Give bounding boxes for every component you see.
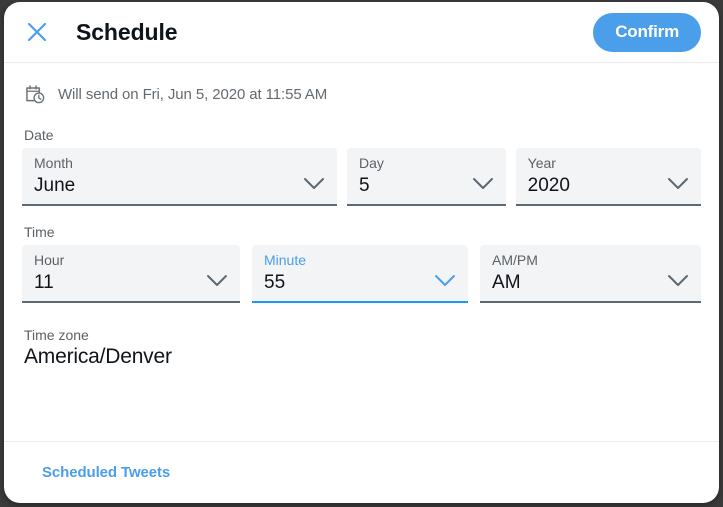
time-field-row: Hour 11 Minute 55 AM/PM AM [22,245,701,303]
chevron-down-icon [668,275,688,286]
scheduled-tweets-link[interactable]: Scheduled Tweets [42,464,170,481]
confirm-button[interactable]: Confirm [593,12,701,52]
date-section-label: Date [24,127,54,143]
will-send-row: Will send on Fri, Jun 5, 2020 at 11:55 A… [4,63,719,109]
ampm-select[interactable]: AM/PM AM [480,245,701,303]
chevron-down-icon [472,178,493,189]
year-select[interactable]: Year 2020 [515,148,701,206]
month-label: Month [34,155,73,171]
timezone-label: Time zone [24,327,89,343]
chevron-down-icon [435,275,456,286]
schedule-dialog: Schedule Confirm Will send on Fri, Jun 5… [4,2,719,503]
close-button[interactable] [20,15,54,49]
minute-value: 55 [264,272,286,293]
close-icon [27,22,47,42]
hour-value: 11 [34,272,54,293]
month-select[interactable]: Month June [22,148,338,206]
dialog-footer: Scheduled Tweets [4,441,719,503]
will-send-text: Will send on Fri, Jun 5, 2020 at 11:55 A… [58,85,328,103]
dialog-body: Date Month June Day 5 Year 2020 Time Hou… [4,127,719,369]
timezone-value: America/Denver [24,345,172,368]
month-value: June [34,175,76,196]
ampm-label: AM/PM [492,252,538,268]
year-value: 2020 [527,175,570,196]
hour-label: Hour [34,252,65,268]
time-section-label: Time [24,224,55,240]
page-title: Schedule [76,18,178,45]
day-select[interactable]: Day 5 [347,148,506,206]
ampm-value: AM [492,272,521,293]
chevron-down-icon [668,178,688,189]
hour-select[interactable]: Hour 11 [22,245,240,303]
calendar-clock-icon [26,85,45,104]
dialog-header: Schedule Confirm [4,2,719,63]
chevron-down-icon [304,178,325,189]
chevron-down-icon [207,275,227,286]
year-label: Year [527,155,556,171]
day-label: Day [359,155,384,171]
minute-select[interactable]: Minute 55 [252,245,469,303]
date-field-row: Month June Day 5 Year 2020 [22,148,701,206]
minute-label: Minute [264,252,307,268]
